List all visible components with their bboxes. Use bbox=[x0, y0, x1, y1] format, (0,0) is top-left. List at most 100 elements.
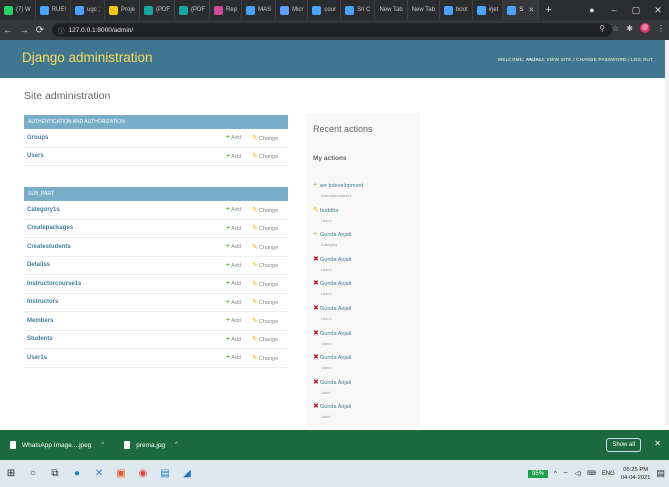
add-link[interactable]: +Add bbox=[226, 262, 241, 269]
browser-tab[interactable]: RUE! bbox=[36, 0, 72, 20]
change-link[interactable]: ✎Change bbox=[252, 298, 278, 306]
add-link[interactable]: +Add bbox=[226, 134, 241, 141]
chevron-up-icon[interactable]: ^ bbox=[554, 471, 557, 477]
profile-avatar[interactable]: @ bbox=[640, 23, 650, 33]
model-link[interactable]: Instructorcourse1s bbox=[24, 281, 81, 287]
add-link[interactable]: +Add bbox=[226, 206, 241, 213]
speaker-icon[interactable]: ◁) bbox=[575, 470, 582, 477]
download-item[interactable]: prema.jpg ^ bbox=[114, 430, 188, 460]
model-link[interactable]: Createstudents bbox=[24, 244, 71, 250]
info-icon[interactable]: ⓘ bbox=[58, 25, 65, 35]
task-view-icon[interactable]: ⧉ bbox=[44, 460, 66, 487]
forward-icon[interactable]: → bbox=[16, 25, 32, 36]
browser-tab[interactable]: New Tab bbox=[408, 0, 440, 20]
tab-close-icon[interactable]: ✕ bbox=[528, 6, 534, 14]
browser-tab[interactable]: S ✕ bbox=[503, 0, 540, 20]
wifi-icon[interactable]: ⌔ bbox=[563, 470, 569, 478]
model-link[interactable]: Groups bbox=[24, 135, 48, 141]
change-link[interactable]: ✎Change bbox=[252, 335, 278, 343]
reload-icon[interactable]: ⟳ bbox=[32, 25, 48, 36]
paint-icon[interactable]: ◢ bbox=[176, 460, 198, 487]
add-link[interactable]: +Add bbox=[226, 336, 241, 343]
vscode-icon[interactable]: ✕ bbox=[88, 460, 110, 487]
module-caption[interactable]: Authentication and Authorization bbox=[24, 115, 288, 129]
browser-tab[interactable]: ugc ; bbox=[71, 0, 106, 20]
change-link[interactable]: ✎Change bbox=[252, 152, 278, 160]
address-bar[interactable]: ⓘ 127.0.0.1:8000/admin/ bbox=[52, 23, 612, 37]
model-link[interactable]: Category1s bbox=[24, 207, 60, 213]
bookmark-star-icon[interactable]: ☆ bbox=[612, 24, 619, 33]
model-link[interactable]: Users bbox=[24, 153, 44, 159]
recent-action-label[interactable]: we bdevelopment bbox=[320, 183, 363, 189]
recent-action-item[interactable]: ✎buddha User1 bbox=[313, 199, 338, 223]
extensions-icon[interactable]: ✱ bbox=[626, 24, 633, 33]
chevron-up-icon[interactable]: ^ bbox=[175, 442, 178, 448]
add-link[interactable]: +Add bbox=[226, 299, 241, 306]
change-link[interactable]: ✎Change bbox=[252, 354, 278, 362]
pencil-icon: ✎ bbox=[252, 134, 258, 142]
browser-tab[interactable]: cour bbox=[308, 0, 342, 20]
close-icon[interactable]: ✕ bbox=[654, 439, 661, 448]
model-link[interactable]: User1s bbox=[24, 355, 47, 361]
add-link[interactable]: +Add bbox=[226, 354, 241, 361]
change-link[interactable]: ✎Change bbox=[252, 224, 278, 232]
browser-tab[interactable]: (PDF bbox=[140, 0, 176, 20]
battery-indicator[interactable]: 95% bbox=[528, 469, 549, 478]
user-tools-links[interactable]: View site / Change password / Log out bbox=[547, 57, 653, 62]
minimize-icon[interactable]: – bbox=[603, 5, 625, 15]
add-link[interactable]: +Add bbox=[226, 280, 241, 287]
chevron-up-icon[interactable]: ^ bbox=[101, 442, 104, 448]
model-link[interactable]: Members bbox=[24, 318, 53, 324]
browser-tab[interactable]: Rep bbox=[210, 0, 243, 20]
change-link[interactable]: ✎Change bbox=[252, 134, 278, 142]
clock[interactable]: 05:25 PM 04-04-2021 bbox=[621, 466, 651, 482]
change-link[interactable]: ✎Change bbox=[252, 206, 278, 214]
menu-icon[interactable]: ⋮ bbox=[657, 24, 665, 33]
browser-tab[interactable]: New Tab bbox=[375, 0, 408, 20]
recent-action-label[interactable]: buddha bbox=[320, 208, 338, 214]
browser-tab[interactable]: (7) W bbox=[0, 0, 36, 20]
add-link[interactable]: +Add bbox=[226, 243, 241, 250]
language-indicator[interactable]: ENG bbox=[602, 471, 615, 477]
model-link[interactable]: Detailss bbox=[24, 262, 50, 268]
windows-start-icon[interactable]: ⊞ bbox=[0, 460, 22, 487]
add-link[interactable]: +Add bbox=[226, 225, 241, 232]
add-link[interactable]: +Add bbox=[226, 317, 241, 324]
search-icon[interactable]: ⚲ bbox=[599, 24, 605, 33]
browser-tab[interactable]: (PDF bbox=[175, 0, 211, 20]
download-item[interactable]: WhatsApp Image....jpeg ^ bbox=[0, 430, 114, 460]
site-branding[interactable]: Django administration bbox=[22, 50, 153, 65]
add-link[interactable]: +Add bbox=[226, 153, 241, 160]
recent-action-label[interactable]: Gunda Anjali bbox=[320, 232, 351, 238]
close-icon[interactable]: ✕ bbox=[647, 5, 669, 16]
change-link[interactable]: ✎Change bbox=[252, 261, 278, 269]
model-link[interactable]: Instructors bbox=[24, 299, 58, 305]
show-all-button[interactable]: Show all bbox=[606, 438, 641, 452]
photos-icon[interactable]: ▤ bbox=[154, 460, 176, 487]
model-link[interactable]: Createpackages bbox=[24, 225, 73, 231]
maximize-icon[interactable]: ▢ bbox=[625, 5, 647, 16]
back-icon[interactable]: ← bbox=[0, 25, 16, 36]
recent-action-item[interactable]: + Gunda Anjali Category bbox=[313, 223, 351, 247]
new-tab-button[interactable]: + bbox=[539, 4, 557, 16]
change-link[interactable]: ✎Change bbox=[252, 280, 278, 288]
browser-tab[interactable]: MAS bbox=[242, 0, 277, 20]
browser-tab[interactable]: boot bbox=[440, 0, 473, 20]
browser-tab[interactable]: irjet bbox=[473, 0, 504, 20]
search-icon[interactable]: ○ bbox=[22, 460, 44, 487]
browser-tab[interactable]: Proje bbox=[105, 0, 141, 20]
page-scrollbar[interactable] bbox=[665, 40, 669, 425]
notifications-icon[interactable]: ▤ bbox=[656, 468, 665, 479]
edge-icon[interactable]: ● bbox=[66, 460, 88, 487]
keyboard-icon[interactable]: ⌨ bbox=[587, 470, 596, 477]
module-caption[interactable]: Sub_part bbox=[24, 187, 288, 201]
change-link[interactable]: ✎Change bbox=[252, 243, 278, 251]
chrome-icon[interactable]: ◉ bbox=[132, 460, 154, 487]
change-link[interactable]: ✎Change bbox=[252, 317, 278, 325]
office-icon[interactable]: ▣ bbox=[110, 460, 132, 487]
model-link[interactable]: Students bbox=[24, 336, 53, 342]
recent-action-item[interactable]: + we bdevelopment Instructorcourse1 bbox=[313, 174, 363, 198]
browser-tab[interactable]: Micr bbox=[276, 0, 309, 20]
browser-tab[interactable]: Sri C bbox=[341, 0, 376, 20]
profile-dot-icon[interactable]: ● bbox=[581, 5, 603, 15]
